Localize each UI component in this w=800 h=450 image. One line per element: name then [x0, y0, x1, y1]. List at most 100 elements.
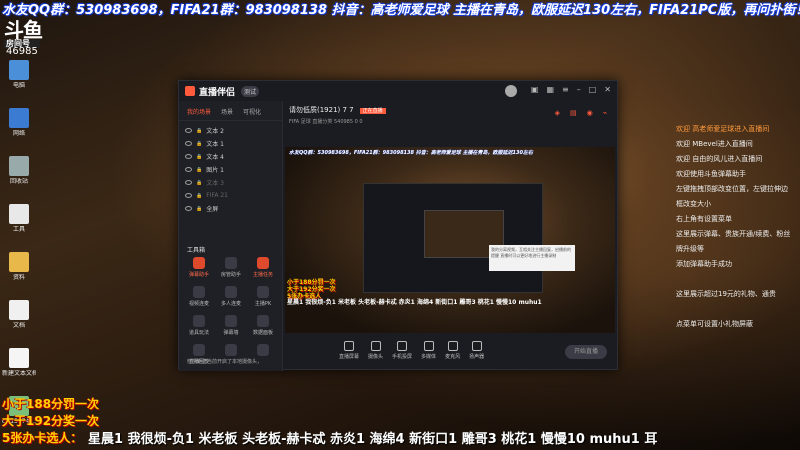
scene-row[interactable]: 🔒 文本 3	[185, 176, 276, 189]
lock-icon[interactable]: 🔒	[196, 128, 202, 134]
live-preview[interactable]: 水友QQ群：530983698，FIFA21群：983098138 抖音：高老师…	[285, 147, 615, 333]
desktop-icon[interactable]: 文档	[2, 300, 36, 340]
text-file-icon	[9, 348, 29, 368]
scene-row[interactable]: 🔒 文本 2	[185, 124, 276, 137]
scene-row[interactable]: 🔒 文本 4	[185, 150, 276, 163]
tool-icon	[257, 286, 269, 298]
tool-icon	[193, 286, 205, 298]
tool-item[interactable]: 数据面板	[247, 315, 279, 336]
desktop-icon[interactable]: 资料	[2, 252, 36, 292]
avatar[interactable]	[504, 85, 517, 97]
nested-window	[363, 183, 543, 293]
tool-label: 房管助手	[220, 272, 241, 278]
scene-label: 全屏	[206, 206, 219, 213]
computer-icon	[9, 60, 29, 80]
lock-icon[interactable]: 🔒	[196, 180, 202, 186]
control-0[interactable]: 直播屏幕	[339, 341, 359, 360]
tool-label: 数据面板	[252, 330, 273, 336]
tab-2[interactable]: 可视化	[243, 107, 261, 116]
tool-icon	[225, 257, 237, 269]
recycle-bin-icon	[9, 156, 29, 176]
eye-icon[interactable]	[185, 128, 192, 133]
scene-row[interactable]: 🔒 FIFA 21	[185, 189, 276, 202]
eye-icon[interactable]	[185, 167, 192, 172]
scene-row[interactable]: 🔒 全屏	[185, 202, 276, 215]
scene-row[interactable]: 🔒 文本 1	[185, 137, 276, 150]
eye-icon[interactable]	[185, 154, 192, 159]
go-live-button[interactable]: 开始直播	[565, 345, 607, 359]
tool-item[interactable]: 主播PK	[247, 286, 279, 307]
chat-line	[676, 302, 800, 317]
gift-box-icon[interactable]: ◈	[555, 109, 560, 117]
desktop-icon-label: 工具	[12, 226, 25, 233]
minimize-icon[interactable]: –	[577, 85, 581, 97]
control-label: 多媒体	[421, 354, 437, 360]
window-titlebar: 直播伴侣 测试 ▣ ▦ ≡ – □ ✕	[179, 81, 617, 101]
grid-icon[interactable]: ▦	[546, 85, 554, 97]
chat-line: 欢迎 自由的风儿进入直播间	[676, 155, 763, 163]
pk-icon[interactable]: ◉	[587, 109, 593, 117]
scene-row[interactable]: 🔒 图片 1	[185, 163, 276, 176]
scene-label: 文本 2	[206, 128, 224, 135]
scene-label: 文本 3	[206, 180, 224, 187]
app-logo-icon	[185, 86, 195, 96]
tool-label: 视频连麦	[188, 301, 209, 307]
desktop-icon-label: 文档	[12, 322, 25, 329]
tool-item[interactable]: 房管助手	[215, 257, 247, 278]
preview-banner: 水友QQ群：530983698，FIFA21群：983098138 抖音：高老师…	[289, 150, 533, 156]
tool-label: 多人连麦	[220, 301, 241, 307]
chat-line: 欢迎使用斗鱼弹幕助手	[676, 170, 746, 178]
maximize-icon[interactable]: □	[589, 85, 597, 97]
room-info-row: FIFA 足球 直播分类 540985 0 0	[289, 119, 363, 125]
live-companion-window: 直播伴侣 测试 ▣ ▦ ≡ – □ ✕ 我的场景 场景 可视化 🔒 文本 2 🔒 文本 1…	[178, 80, 619, 371]
eye-icon[interactable]	[185, 193, 192, 198]
tool-item[interactable]: 主播任务	[247, 257, 279, 278]
tool-item[interactable]: 道具玩法	[183, 315, 215, 336]
screen-icon	[344, 341, 354, 351]
donor-ticker: 星晨1 我很烦-负1 米老板 头老板-赫卡忒 赤炎1 海绵4 新街口1 雕哥3 …	[88, 432, 658, 447]
eye-icon[interactable]	[185, 206, 192, 211]
desktop-icon[interactable]: 回收站	[2, 156, 36, 196]
main-area: 请勿低质(1921) 7 7 正在直播 FIFA 足球 直播分类 540985 …	[283, 101, 619, 371]
tab-1[interactable]: 场景	[221, 107, 233, 116]
control-2[interactable]: 手机投屏	[392, 341, 412, 360]
lock-icon[interactable]: 🔒	[196, 193, 202, 199]
eye-icon[interactable]	[185, 141, 192, 146]
eye-icon[interactable]	[185, 180, 192, 185]
desktop-icon[interactable]: 电脑	[2, 60, 36, 100]
desktop-icon[interactable]: 新建文本文档	[2, 348, 36, 388]
version-badge[interactable]: 测试	[241, 85, 260, 97]
top-banner: 水友QQ群：530983698，FIFA21群：983098138 抖音：高老师…	[2, 3, 800, 18]
room-title[interactable]: 请勿低质(1921) 7 7	[289, 106, 354, 114]
close-icon[interactable]: ✕	[604, 85, 611, 97]
doc-icon	[9, 300, 29, 320]
desktop-icon[interactable]: 网络	[2, 108, 36, 148]
camera-hint: 检测到您当前开启了本地摄像头，	[187, 359, 263, 365]
scene-panel: 我的场景 场景 可视化 🔒 文本 2 🔒 文本 1 🔒 文本 4 🔒 图片 1 🔒 文本 3 🔒 FIFA…	[179, 101, 283, 371]
menu-icon[interactable]: ≡	[562, 85, 569, 97]
tool-item[interactable]: 弹幕墙	[215, 315, 247, 336]
rule-line: 小于188分罚一次	[2, 397, 100, 411]
control-1[interactable]: 摄像头	[368, 341, 383, 360]
control-3[interactable]: 多媒体	[421, 341, 436, 360]
control-label: 麦克风	[445, 354, 461, 360]
tool-icon	[257, 257, 269, 269]
chat-line: 这里展示弹幕、贵族开通/续费、粉丝	[676, 230, 791, 238]
desktop-icon[interactable]: 工具	[2, 204, 36, 244]
lock-icon[interactable]: 🔒	[196, 167, 202, 173]
lock-icon[interactable]: 🔒	[196, 154, 202, 160]
rule-line: 大于192分奖一次	[2, 414, 100, 428]
gift-icon[interactable]: ▣	[531, 85, 539, 97]
tool-item[interactable]: 视频连麦	[183, 286, 215, 307]
desktop-icons: 电脑 网络 回收站 工具 资料 文档 新建文本文档 cw156745...	[2, 60, 36, 444]
lock-icon[interactable]: 🔒	[196, 206, 202, 212]
tool-item[interactable]: 多人连麦	[215, 286, 247, 307]
tab-0[interactable]: 我的场景	[187, 107, 211, 116]
tool-item[interactable]: 弹幕助手	[183, 257, 215, 278]
control-4[interactable]: 麦克风	[445, 341, 460, 360]
control-5[interactable]: 扬声器	[469, 341, 484, 360]
chart-icon[interactable]: ▤	[570, 109, 577, 117]
lock-icon[interactable]: 🔒	[196, 141, 202, 147]
scene-label: 文本 4	[206, 154, 224, 161]
share-icon[interactable]: ⌁	[603, 109, 607, 117]
